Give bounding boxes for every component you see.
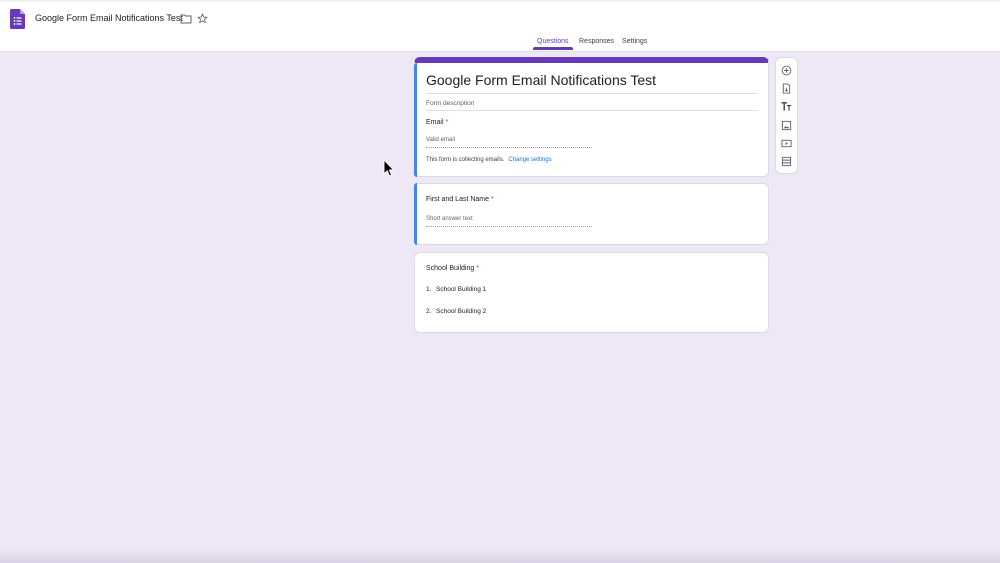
google-forms-logo-icon[interactable]: [10, 9, 25, 29]
question-title: School Building *: [426, 265, 479, 272]
floating-toolbar: [775, 57, 798, 174]
title-underline: [426, 93, 758, 94]
required-asterisk: *: [490, 196, 494, 203]
email-field-underline: [426, 147, 592, 148]
tab-questions[interactable]: Questions: [537, 38, 569, 45]
add-video-icon[interactable]: [781, 138, 792, 149]
form-description-field[interactable]: Form description: [426, 100, 474, 107]
question-card-name[interactable]: First and Last Name * Short answer text: [414, 183, 769, 245]
window-edge: [0, 0, 1000, 2]
change-settings-link[interactable]: Change settings: [508, 157, 551, 163]
mouse-cursor-icon: [383, 159, 394, 177]
document-title[interactable]: Google Form Email Notifications Test: [35, 13, 183, 23]
tab-responses[interactable]: Responses: [579, 38, 614, 45]
email-question-label: Email *: [426, 119, 449, 126]
short-answer-underline: [426, 226, 592, 227]
folder-icon[interactable]: [180, 13, 192, 24]
dropdown-option: 2. School Building 2: [426, 308, 487, 315]
form-title[interactable]: Google Form Email Notifications Test: [426, 72, 656, 88]
import-questions-icon[interactable]: [781, 83, 792, 94]
dropdown-option: 1. School Building 1: [426, 286, 487, 293]
form-header-card[interactable]: Google Form Email Notifications Test For…: [414, 57, 769, 177]
required-asterisk: *: [476, 265, 479, 272]
add-section-icon[interactable]: [781, 156, 792, 167]
add-question-icon[interactable]: [781, 65, 792, 76]
add-title-icon[interactable]: [781, 101, 792, 112]
question-card-school[interactable]: School Building * 1. School Building 1 2.…: [414, 252, 769, 333]
short-answer-field: Short answer text: [426, 216, 473, 222]
tab-settings[interactable]: Settings: [622, 38, 647, 45]
email-field[interactable]: Valid email: [426, 137, 455, 143]
email-collection-note: This form is collecting emails. Change se…: [426, 157, 552, 163]
add-image-icon[interactable]: [781, 120, 792, 131]
required-asterisk: *: [445, 119, 449, 126]
bottom-shadow: [0, 549, 1000, 563]
description-underline: [426, 110, 758, 111]
form-tabs: Questions Responses Settings: [0, 38, 1000, 51]
star-icon[interactable]: [197, 13, 208, 24]
active-tab-indicator: [533, 47, 573, 50]
question-title: First and Last Name *: [426, 196, 494, 203]
